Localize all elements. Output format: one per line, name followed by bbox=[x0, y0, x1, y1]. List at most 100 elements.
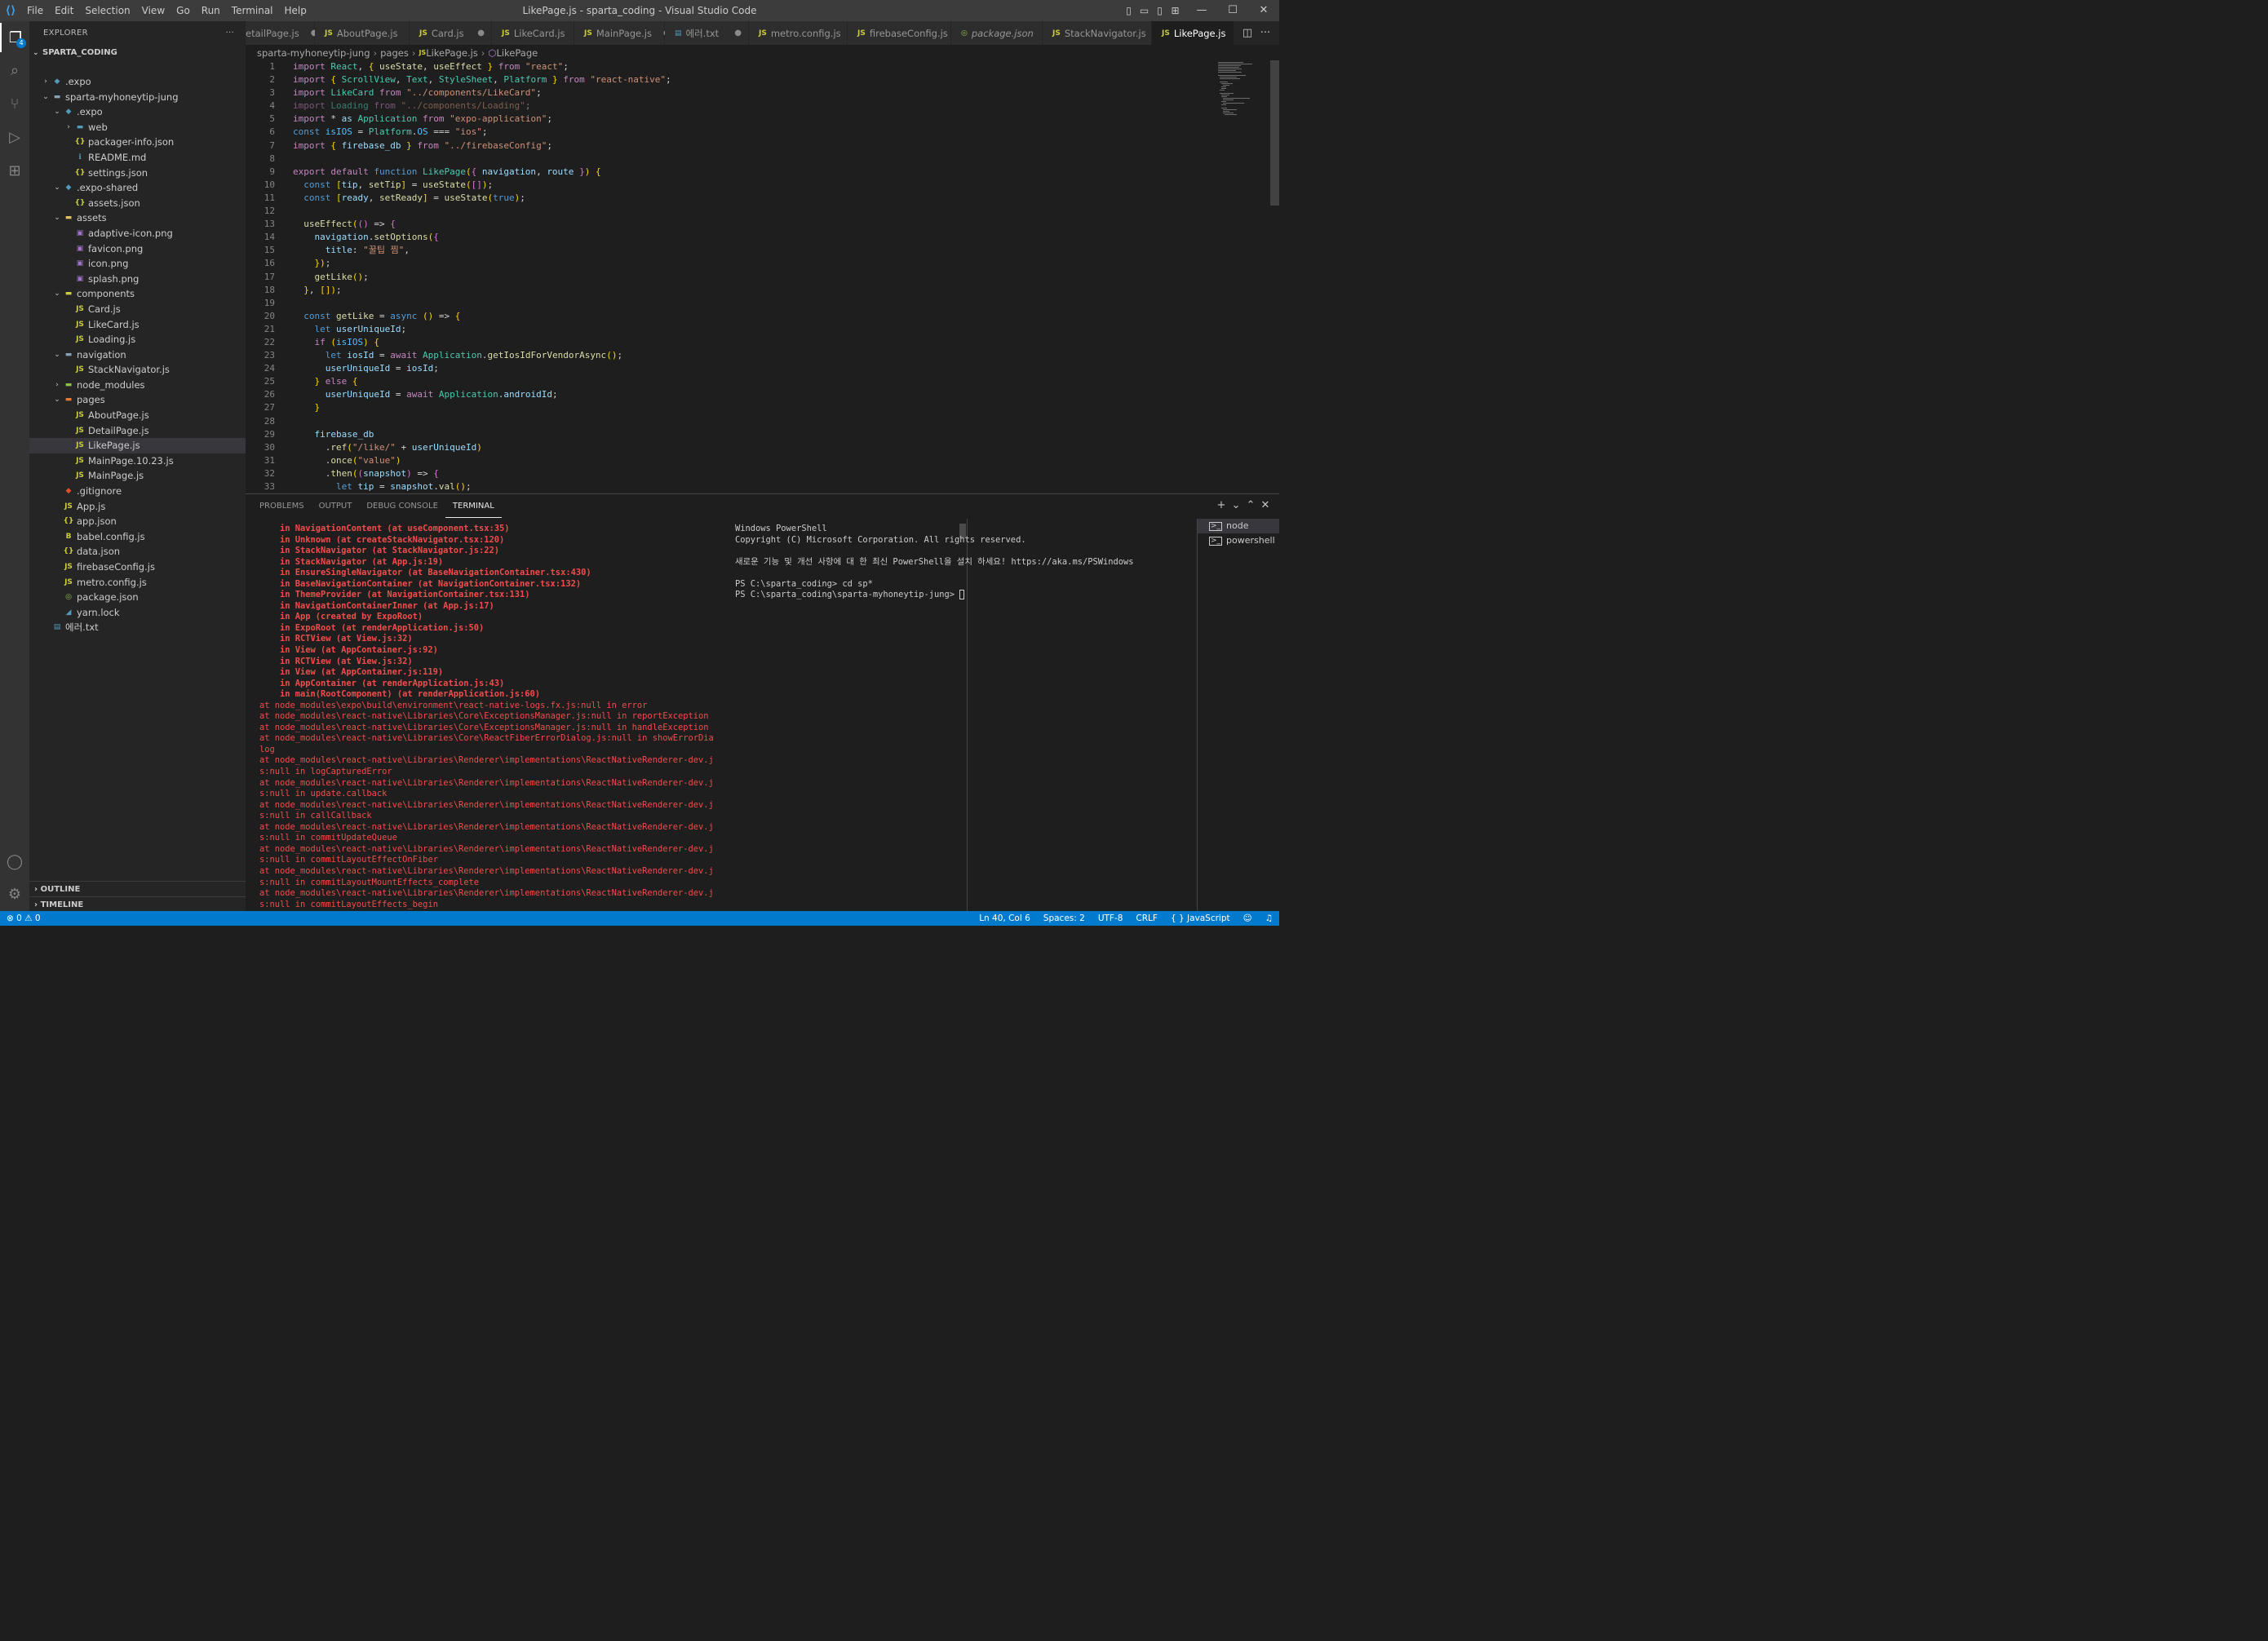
tree-item[interactable]: JS firebaseConfig.js bbox=[29, 560, 246, 575]
tree-item[interactable]: ⌄ ◆ .expo-shared bbox=[29, 180, 246, 196]
tree-item[interactable]: ⌄ ▬ pages bbox=[29, 392, 246, 408]
editor-tab[interactable]: JSMainPage.js● bbox=[574, 21, 671, 45]
feedback-icon[interactable]: ☺ bbox=[1243, 913, 1252, 923]
tree-item[interactable]: {} packager-info.json bbox=[29, 135, 246, 150]
editor-scrollbar[interactable] bbox=[1270, 60, 1279, 493]
terminal-node-output[interactable]: in NavigationContent (at useComponent.ts… bbox=[259, 524, 716, 912]
tree-item[interactable]: JS metro.config.js bbox=[29, 575, 246, 590]
tree-item[interactable]: ⌄ ◆ .expo bbox=[29, 104, 246, 120]
tree-item[interactable]: ▣ splash.png bbox=[29, 272, 246, 287]
editor-tab[interactable]: JSLikePage.js✕ bbox=[1152, 21, 1243, 45]
editor-tab[interactable]: JS AboutPage.js bbox=[315, 21, 410, 45]
scrollbar-thumb[interactable] bbox=[1270, 60, 1279, 206]
panel-tab-terminal[interactable]: TERMINAL bbox=[445, 496, 502, 518]
more-actions-icon[interactable]: ··· bbox=[226, 29, 234, 38]
minimize-button[interactable]: — bbox=[1186, 0, 1217, 21]
terminal-dropdown-icon[interactable]: ⌄ bbox=[1229, 499, 1243, 511]
tree-item[interactable]: JS DetailPage.js bbox=[29, 423, 246, 439]
tree-item[interactable]: ◆ .gitignore bbox=[29, 484, 246, 499]
editor-tab[interactable]: ◎ package.json bbox=[951, 21, 1043, 45]
terminal-powershell-output[interactable]: Windows PowerShell Copyright (C) Microsof… bbox=[735, 524, 1200, 601]
tree-item[interactable]: {} settings.json bbox=[29, 166, 246, 181]
indentation[interactable]: Spaces: 2 bbox=[1043, 913, 1085, 923]
tree-item[interactable]: ℹ README.md bbox=[29, 150, 246, 166]
toggle-panel-icon[interactable]: ▭ bbox=[1136, 5, 1152, 16]
breadcrumb-item[interactable]: pages bbox=[380, 47, 409, 59]
breadcrumb-item[interactable]: LikePage.js bbox=[426, 47, 478, 59]
toggle-sidebar-icon[interactable]: ▯ bbox=[1121, 5, 1136, 16]
tree-item[interactable]: ⌄ ▬ assets bbox=[29, 210, 246, 226]
panel-tab-problems[interactable]: PROBLEMS bbox=[252, 494, 312, 519]
timeline-section[interactable]: › TIMELINE bbox=[29, 896, 246, 912]
panel-tab-debug-console[interactable]: DEBUG CONSOLE bbox=[359, 494, 445, 519]
extensions-icon[interactable]: ⊞ bbox=[0, 156, 29, 185]
editor-tab[interactable]: etailPage.js● bbox=[246, 21, 317, 45]
tree-item[interactable]: JS LikeCard.js bbox=[29, 317, 246, 333]
cursor-position[interactable]: Ln 40, Col 6 bbox=[979, 913, 1030, 923]
more-actions-icon[interactable]: ··· bbox=[1256, 27, 1274, 39]
tree-item[interactable]: JS Card.js bbox=[29, 302, 246, 317]
tree-item[interactable]: JS LikePage.js bbox=[29, 438, 246, 453]
maximize-button[interactable]: ☐ bbox=[1217, 0, 1248, 21]
tree-item[interactable]: {} assets.json bbox=[29, 196, 246, 211]
tree-item[interactable]: ⌄ ▬ navigation bbox=[29, 347, 246, 363]
editor-tab[interactable]: JS firebaseConfig.js bbox=[848, 21, 951, 45]
file-encoding[interactable]: UTF-8 bbox=[1098, 913, 1123, 923]
breadcrumb-item[interactable]: sparta-myhoneytip-jung bbox=[257, 47, 370, 59]
menu-go[interactable]: Go bbox=[171, 0, 196, 21]
problems-count[interactable]: ⊗ 0 ⚠ 0 bbox=[0, 913, 41, 923]
notifications-bell-icon[interactable]: ♫ bbox=[1265, 913, 1273, 923]
tree-item[interactable]: Bbabel.config.js bbox=[29, 529, 246, 545]
tree-item[interactable]: {} app.json bbox=[29, 514, 246, 529]
terminal-list-item[interactable]: >_ node bbox=[1198, 519, 1279, 533]
tree-item[interactable]: ⌄ ▬ components bbox=[29, 286, 246, 302]
account-icon[interactable]: ◯ bbox=[0, 847, 29, 876]
editor-tab[interactable]: JS StackNavigator.js bbox=[1043, 21, 1152, 45]
tree-item[interactable]: › ▬ node_modules bbox=[29, 378, 246, 393]
tree-item[interactable]: JS MainPage.js bbox=[29, 468, 246, 484]
minimap[interactable] bbox=[1216, 60, 1270, 493]
close-panel-icon[interactable]: ✕ bbox=[1258, 499, 1273, 511]
menu-terminal[interactable]: Terminal bbox=[226, 0, 279, 21]
panel-tab-output[interactable]: OUTPUT bbox=[312, 494, 360, 519]
tree-item[interactable]: ▤ 에러.txt bbox=[29, 620, 246, 635]
breadcrumb-item[interactable]: LikePage bbox=[496, 47, 538, 59]
unsaved-dot-icon[interactable]: ● bbox=[477, 29, 485, 38]
editor-tab[interactable]: JS LikeCard.js bbox=[492, 21, 574, 45]
menu-run[interactable]: Run bbox=[196, 0, 226, 21]
tree-item[interactable]: JS StackNavigator.js bbox=[29, 362, 246, 378]
menu-selection[interactable]: Selection bbox=[79, 0, 135, 21]
tree-item[interactable]: JS AboutPage.js bbox=[29, 408, 246, 423]
tree-item[interactable]: ▣ adaptive-icon.png bbox=[29, 226, 246, 241]
run-debug-icon[interactable]: ▷ bbox=[0, 122, 29, 152]
tree-item[interactable]: ▣ icon.png bbox=[29, 256, 246, 272]
tree-item[interactable]: ◢ yarn.lock bbox=[29, 605, 246, 621]
outline-section[interactable]: › OUTLINE bbox=[29, 881, 246, 896]
menu-edit[interactable]: Edit bbox=[49, 0, 79, 21]
maximize-panel-icon[interactable]: ⌃ bbox=[1243, 499, 1258, 511]
line-endings[interactable]: CRLF bbox=[1136, 913, 1158, 923]
tree-item[interactable]: JS App.js bbox=[29, 499, 246, 515]
customize-layout-icon[interactable]: ⊞ bbox=[1167, 5, 1183, 16]
tree-item[interactable]: › ▬ web bbox=[29, 120, 246, 135]
workspace-root[interactable]: ⌄ SPARTA_CODING bbox=[29, 45, 246, 61]
tree-item[interactable]: ▣ favicon.png bbox=[29, 241, 246, 257]
editor-tab[interactable]: JS Card.js ● bbox=[410, 21, 492, 45]
language-mode[interactable]: { } JavaScript bbox=[1171, 913, 1230, 923]
menu-help[interactable]: Help bbox=[279, 0, 312, 21]
settings-gear-icon[interactable]: ⚙ bbox=[0, 879, 29, 909]
tree-item[interactable]: ◎ package.json bbox=[29, 590, 246, 605]
search-icon[interactable]: ⌕ bbox=[0, 55, 29, 85]
new-terminal-icon[interactable]: + bbox=[1214, 499, 1229, 511]
explorer-icon[interactable]: ❐ 4 bbox=[0, 23, 29, 52]
tree-item[interactable]: {} data.json bbox=[29, 544, 246, 560]
tree-item[interactable]: JS Loading.js bbox=[29, 332, 246, 347]
menu-view[interactable]: View bbox=[136, 0, 171, 21]
source-control-icon[interactable]: ⑂ bbox=[0, 89, 29, 118]
terminal-list-item[interactable]: >_ powershell bbox=[1198, 533, 1279, 548]
close-window-button[interactable]: ✕ bbox=[1248, 0, 1279, 21]
menu-file[interactable]: File bbox=[21, 0, 49, 21]
editor-tab[interactable]: ▤ 에러.txt ● bbox=[665, 21, 749, 45]
code-editor[interactable]: 1 import React, { useState, useEffect } f… bbox=[246, 60, 1216, 493]
split-editor-icon[interactable]: ◫ bbox=[1238, 27, 1256, 39]
